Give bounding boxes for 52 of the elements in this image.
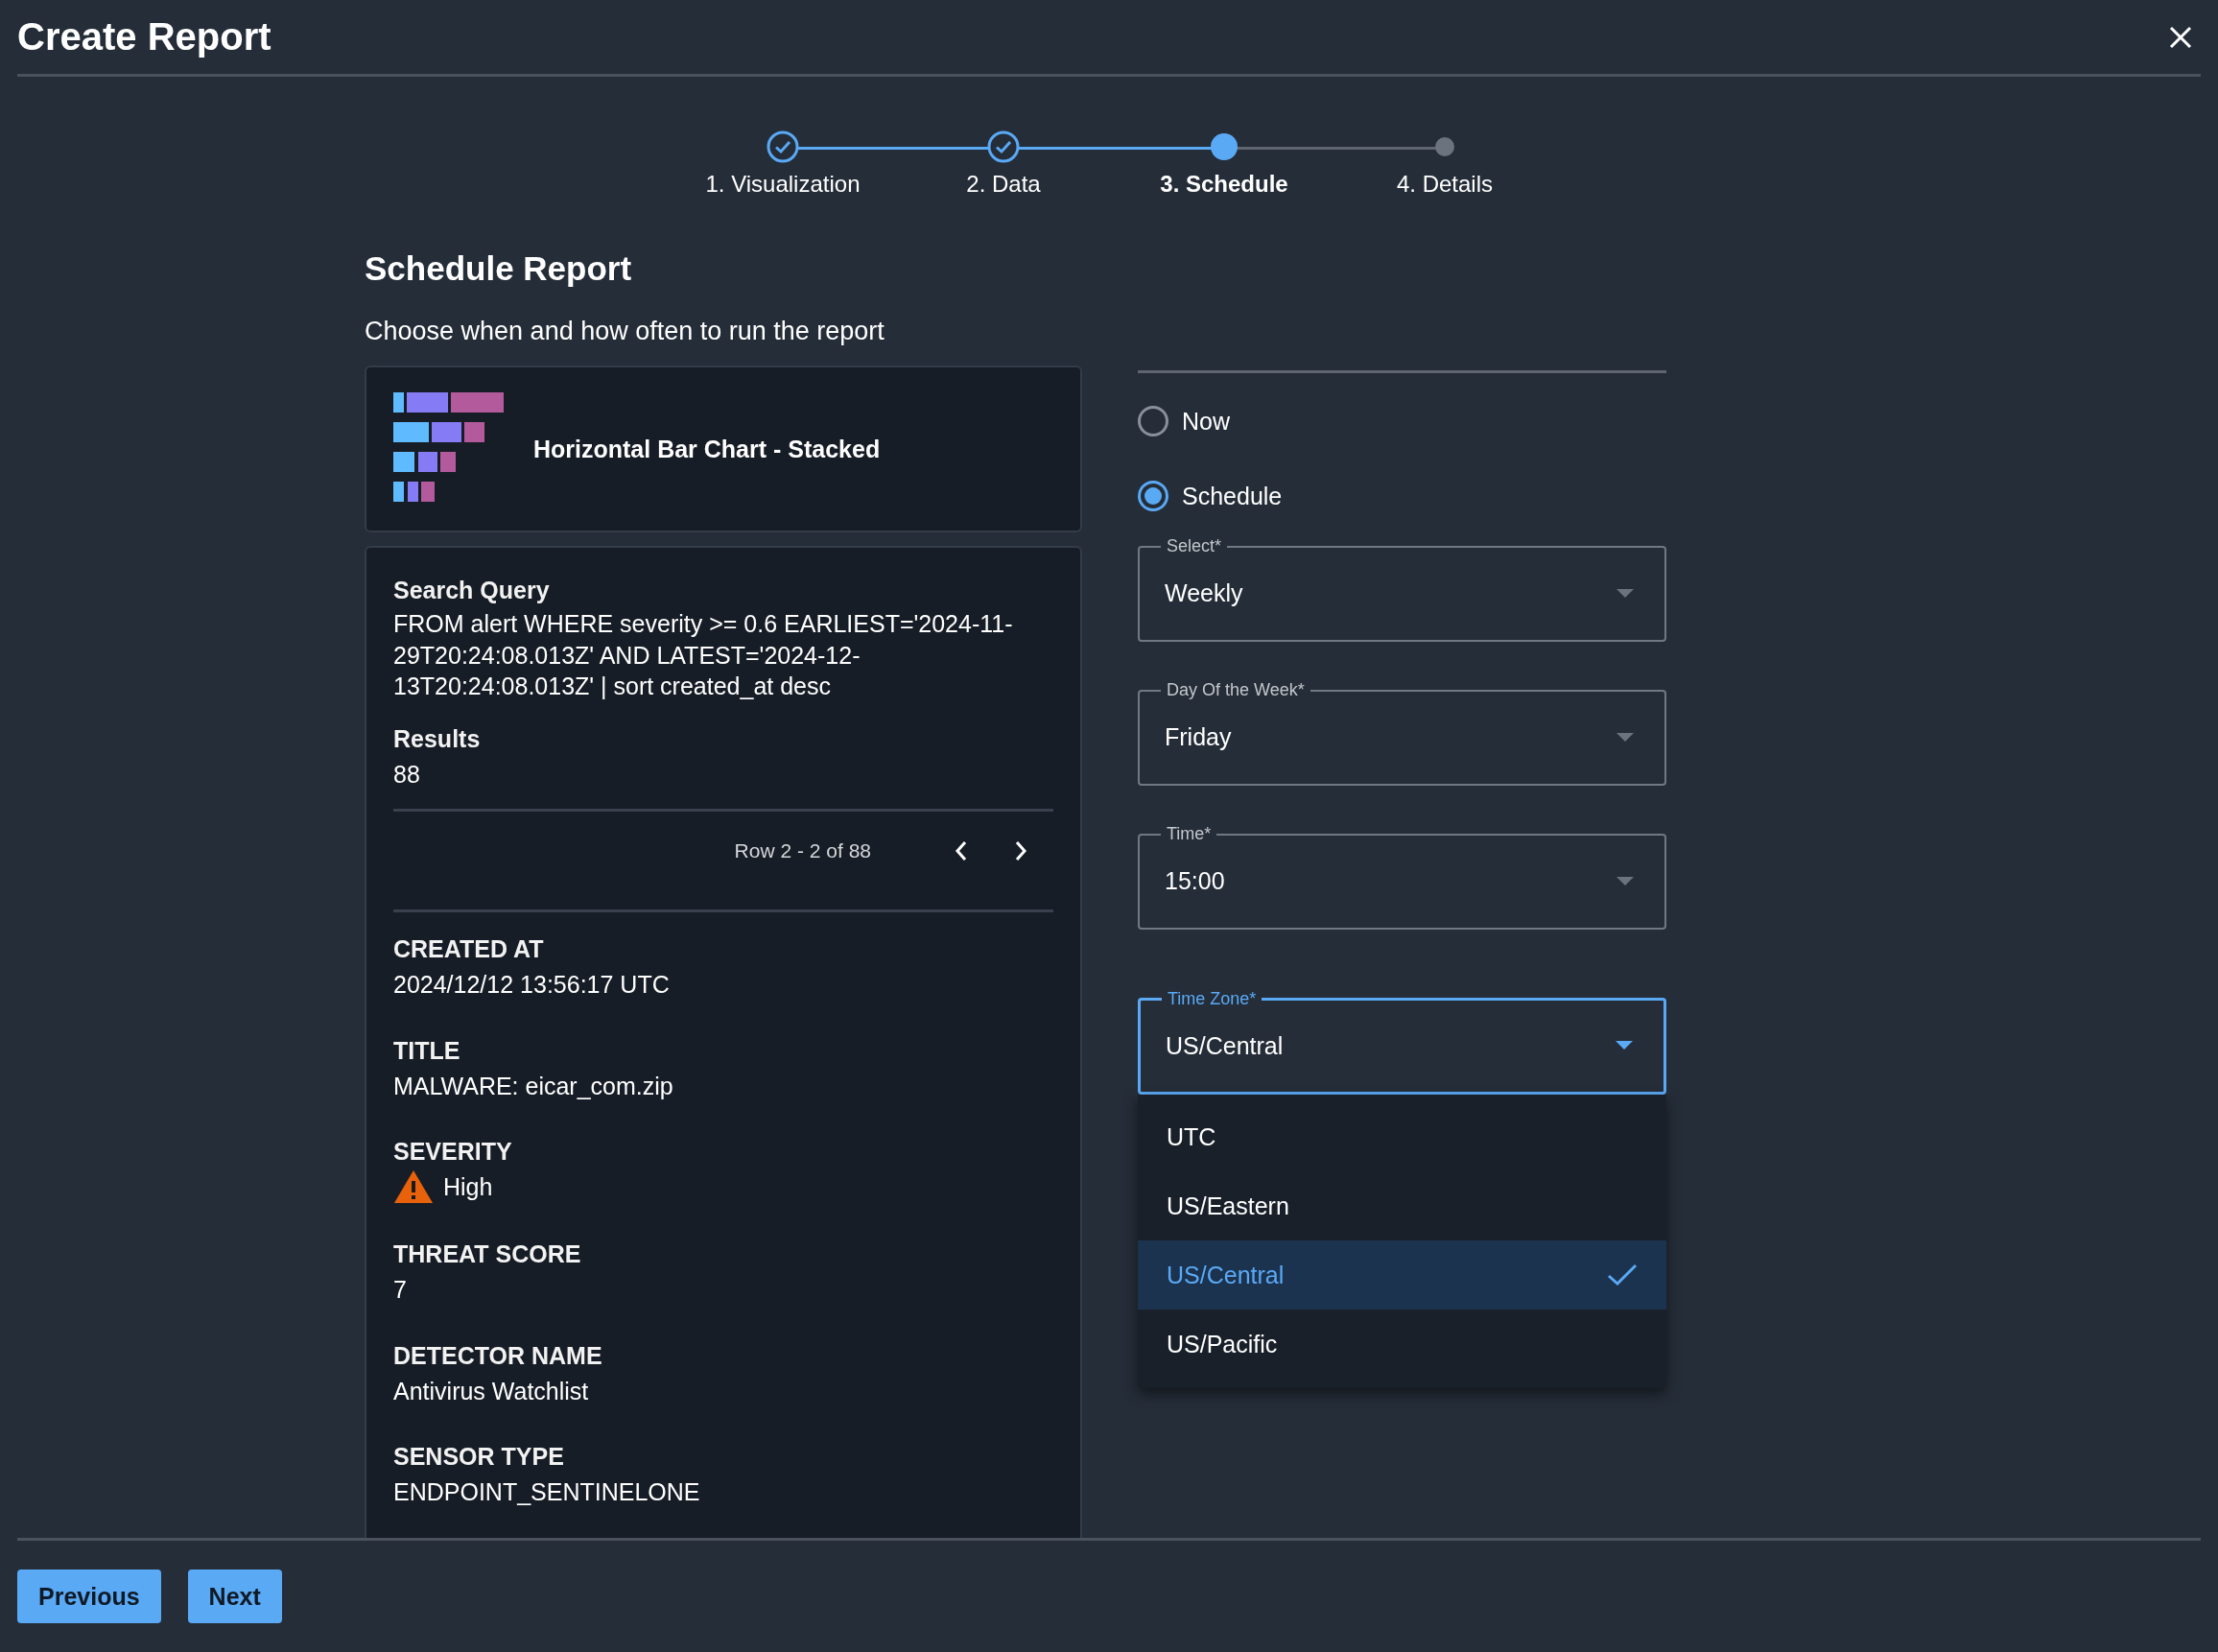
dropdown-field[interactable]: Time Zone* US/Central: [1138, 989, 1666, 1095]
field-value: 88: [393, 759, 421, 790]
step-label: 1. Visualization: [705, 171, 861, 198]
step-label: 4. Details: [1396, 171, 1493, 198]
caret-icon: [1616, 876, 1634, 886]
field-label: Results: [393, 724, 482, 753]
field-value: ENDPOINT_SENTINELONE: [393, 1477, 701, 1507]
caret-icon: [1616, 588, 1634, 599]
caret-icon: [1616, 732, 1634, 743]
field-value: US/Central: [1166, 1031, 1284, 1060]
field-label: DETECTOR NAME: [393, 1341, 603, 1370]
field-label: TITLE: [393, 1036, 461, 1065]
field-value: High: [443, 1171, 493, 1202]
section-heading: Schedule Report: [365, 249, 633, 288]
step-label: 2. Data: [966, 171, 1041, 198]
field-label: CREATED AT: [393, 935, 545, 963]
field-label: SENSOR TYPE: [393, 1443, 565, 1471]
field-label: Select*: [1166, 536, 1223, 556]
field-label: SEVERITY: [393, 1138, 513, 1166]
field-value: Weekly: [1165, 579, 1243, 607]
field-label: THREAT SCORE: [393, 1240, 582, 1268]
field-value: Friday: [1165, 723, 1232, 751]
field-label: Time Zone*: [1167, 989, 1258, 1009]
field-label: Search Query: [393, 577, 551, 604]
dropdown-field[interactable]: Select* Weekly: [1138, 536, 1666, 642]
window-title: Create Report: [17, 15, 271, 59]
dropdown-field[interactable]: Day Of the Week* Friday: [1138, 680, 1666, 786]
menu-option[interactable]: US/Eastern: [1138, 1171, 1666, 1240]
previous-button[interactable]: Previous: [17, 1569, 161, 1623]
caret-icon: [1616, 1041, 1633, 1050]
radio-option[interactable]: Schedule: [1138, 481, 1283, 511]
query-text: FROM alert WHERE severity >= 0.6 EARLIEST='2024-11-29T20:24:08.013Z' AND LATEST='2024-12-13T20:24:08.013Z' | sort created_at desc: [393, 609, 1014, 701]
field-value: 2024/12/12 13:56:17 UTC: [393, 970, 671, 1000]
dropdown-field[interactable]: Time* 15:00: [1138, 824, 1666, 930]
check-icon: [1607, 1263, 1638, 1286]
menu-option[interactable]: US/Pacific: [1138, 1310, 1666, 1379]
warning-icon: [393, 1169, 434, 1204]
visualization-name: Horizontal Bar Chart - Stacked: [533, 435, 881, 463]
field-label: Time*: [1166, 824, 1213, 844]
menu-option[interactable]: UTC: [1138, 1102, 1666, 1171]
radio-option[interactable]: Now: [1138, 406, 1230, 437]
next-button[interactable]: Next: [187, 1569, 282, 1623]
section-subheading: Choose when and how often to run the report: [365, 317, 885, 346]
step-label: 3. Schedule: [1160, 171, 1288, 198]
field-value: Antivirus Watchlist: [393, 1376, 590, 1406]
field-value: MALWARE: eicar_com.zip: [393, 1071, 674, 1101]
field-value: 7: [393, 1275, 408, 1305]
field-value: 15:00: [1165, 867, 1225, 895]
pagination-text: Row 2 - 2 of 88: [734, 839, 871, 862]
menu-option[interactable]: US/Central: [1138, 1240, 1666, 1310]
field-label: Day Of the Week*: [1166, 680, 1306, 700]
step-pending-dot: [1435, 137, 1454, 156]
